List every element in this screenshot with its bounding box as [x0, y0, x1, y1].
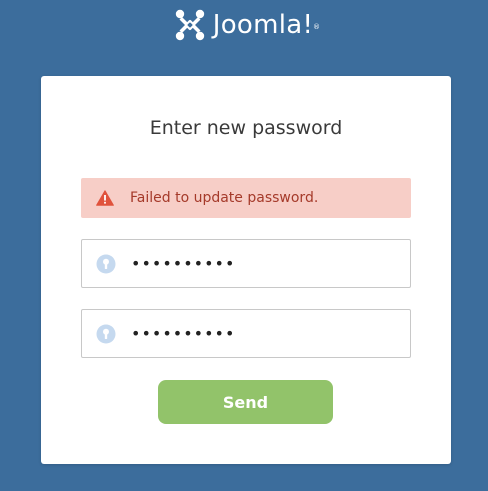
- error-alert: Failed to update password.: [81, 178, 411, 218]
- send-button[interactable]: Send: [158, 380, 333, 424]
- brand-name-text: Joomla!: [212, 10, 314, 40]
- password-reset-card: Enter new password Failed to update pass…: [41, 76, 451, 464]
- confirm-password-input[interactable]: [131, 318, 401, 349]
- key-icon: [96, 324, 116, 343]
- key-icon: [96, 254, 116, 273]
- registered-mark: ®: [312, 23, 321, 31]
- warning-triangle-icon: [96, 190, 114, 206]
- new-password-field[interactable]: [81, 239, 411, 288]
- brand-name: Joomla! ®: [212, 9, 320, 41]
- alert-message: Failed to update password.: [130, 190, 319, 206]
- new-password-input[interactable]: [131, 248, 401, 279]
- confirm-password-field[interactable]: [81, 309, 411, 358]
- joomla-logo: Joomla! ®: [0, 8, 488, 42]
- joomla-logo-icon: [175, 9, 204, 41]
- page-title: Enter new password: [149, 117, 343, 139]
